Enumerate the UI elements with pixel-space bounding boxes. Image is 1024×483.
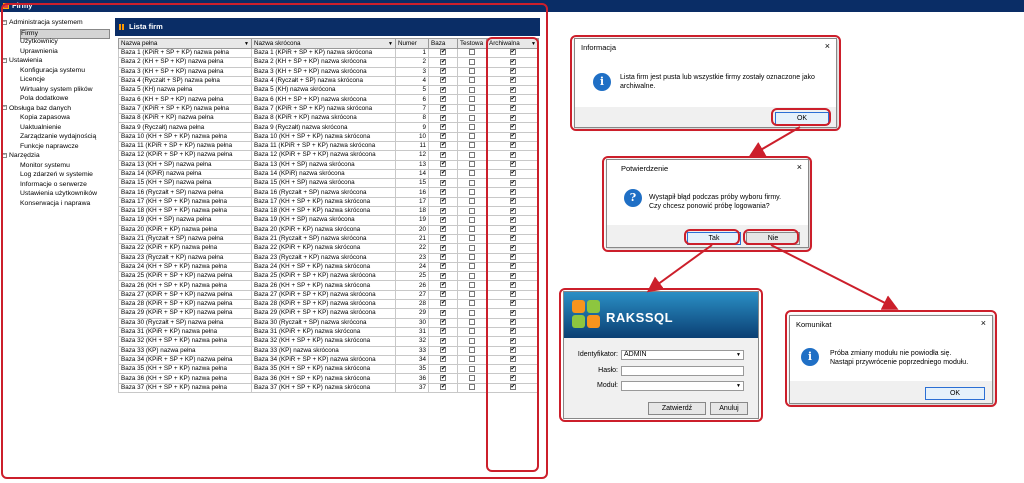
arrow-no-to-message: [770, 244, 899, 310]
annotation-no-button: [743, 229, 799, 245]
annotation-main-window: [1, 3, 548, 479]
annotation-archive-column: [486, 37, 539, 472]
arrow-info-to-confirm: [748, 126, 801, 158]
annotation-yes-button: [684, 229, 740, 245]
annotation-info-ok: [771, 108, 831, 126]
annotation-message-dialog: [785, 310, 997, 407]
annotation-login-window: [559, 288, 763, 422]
